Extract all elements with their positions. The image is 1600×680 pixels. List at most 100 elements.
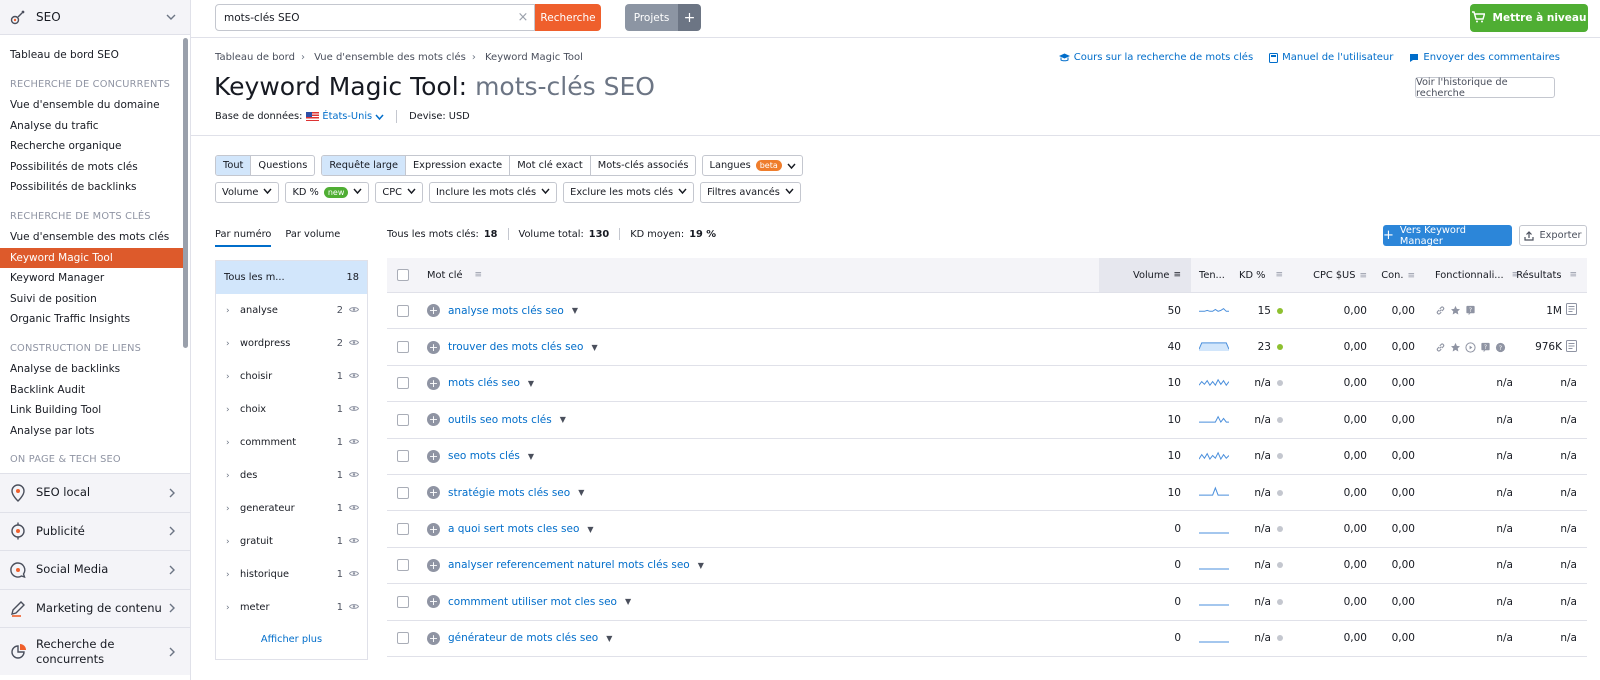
sidebar-item-keyword-magic-tool[interactable]: Keyword Magic Tool — [0, 247, 184, 268]
breadcrumb-item[interactable]: Vue d'ensemble des mots clés — [314, 52, 466, 63]
projects-button[interactable]: Projets — [625, 4, 678, 31]
search-button[interactable]: Recherche — [535, 4, 601, 31]
caret-down-icon[interactable]: ▼ — [698, 561, 704, 570]
add-to-list-icon[interactable]: + — [427, 631, 440, 645]
keyword-link[interactable]: analyse mots clés seo — [448, 305, 564, 317]
keyword-link[interactable]: stratégie mots clés seo — [448, 487, 570, 499]
caret-down-icon[interactable]: ▼ — [606, 634, 612, 643]
tab-par-numero[interactable]: Par numéro — [215, 229, 272, 247]
question-icon[interactable]: ? — [1495, 342, 1506, 353]
sidebar-item-analyse-du-trafic[interactable]: Analyse du trafic — [0, 116, 190, 137]
chevron-right-icon[interactable]: › — [226, 405, 240, 415]
select-all-checkbox[interactable] — [397, 269, 409, 281]
sidebar-seo-header[interactable]: SEO — [0, 0, 190, 35]
exclure-les-mots-cles-dropdown[interactable]: Exclure les mots clés — [563, 182, 695, 203]
sidebar-section-publicite[interactable]: Publicité — [0, 511, 190, 550]
caret-down-icon[interactable]: ▼ — [572, 306, 578, 315]
add-to-list-icon[interactable]: + — [427, 558, 440, 572]
keyword-group-analyse[interactable]: › analyse 2 — [216, 294, 367, 327]
chevron-right-icon[interactable]: › — [226, 471, 240, 481]
keyword-link[interactable]: générateur de mots clés seo — [448, 632, 598, 644]
sidebar-item-analyse-par-lots[interactable]: Analyse par lots — [0, 421, 190, 442]
sidebar-item-analyse-de-backlinks[interactable]: Analyse de backlinks — [0, 359, 190, 380]
serp-snapshot-icon[interactable] — [1566, 303, 1577, 318]
languages-dropdown[interactable]: Langues beta — [702, 155, 803, 176]
keyword-link[interactable]: commment utiliser mot cles seo — [448, 596, 617, 608]
search-input-value[interactable]: mots-clés SEO — [224, 12, 512, 24]
caret-down-icon[interactable]: ▼ — [528, 452, 534, 461]
play-icon[interactable] — [1465, 341, 1476, 353]
add-to-list-icon[interactable]: + — [427, 413, 440, 427]
keyword-link[interactable]: mots clés seo — [448, 377, 520, 389]
chevron-down-icon[interactable] — [164, 10, 178, 24]
faq-icon[interactable]: ? — [1465, 305, 1476, 316]
course-link[interactable]: Cours sur la recherche de mots clés — [1058, 52, 1253, 63]
sidebar-section-marketing-de-contenu[interactable]: Marketing de contenu — [0, 588, 190, 627]
link-icon[interactable] — [1435, 305, 1446, 316]
sidebar-item-keyword-manager[interactable]: Keyword Manager — [0, 268, 190, 289]
keyword-group-commment[interactable]: › commment 1 — [216, 426, 367, 459]
chevron-right-icon[interactable]: › — [226, 570, 240, 580]
row-checkbox[interactable] — [397, 341, 409, 354]
filter-mot-cle-exact[interactable]: Mot clé exact — [510, 156, 591, 175]
header-cpc[interactable]: CPC $US ≡ — [1291, 270, 1377, 281]
add-to-list-icon[interactable]: + — [427, 522, 440, 536]
sidebar-item-recherche-organique[interactable]: Recherche organique — [0, 136, 190, 157]
sidebar-section-social-media[interactable]: Social Media — [0, 550, 190, 589]
sidebar-item-suivi-de-position[interactable]: Suivi de position — [0, 289, 190, 310]
keyword-group-des[interactable]: › des 1 — [216, 459, 367, 492]
show-more-link[interactable]: Afficher plus — [216, 624, 367, 654]
sidebar-item-vue-d-ensemble-des-mots-cles[interactable]: Vue d'ensemble des mots clés — [0, 227, 190, 248]
row-checkbox[interactable] — [397, 486, 409, 499]
serp-snapshot-icon[interactable] — [1566, 339, 1577, 355]
inclure-les-mots-cles-dropdown[interactable]: Inclure les mots clés — [428, 182, 558, 203]
eye-icon[interactable] — [343, 306, 360, 316]
eye-icon[interactable] — [343, 372, 360, 382]
header-competition[interactable]: Con. ≡ — [1377, 270, 1425, 281]
sidebar-section-seo-local[interactable]: SEO local — [0, 473, 190, 512]
sidebar-item-organic-traffic-insights[interactable]: Organic Traffic Insights — [0, 309, 190, 330]
upgrade-button[interactable]: Mettre à niveau — [1470, 4, 1588, 32]
filtres-avances-dropdown[interactable]: Filtres avancés — [700, 182, 801, 203]
search-history-button[interactable]: Voir l'historique de recherche — [1415, 77, 1555, 99]
row-checkbox[interactable] — [397, 559, 409, 572]
sidebar-item-possibilites-de-backlinks[interactable]: Possibilités de backlinks — [0, 177, 190, 198]
eye-icon[interactable] — [343, 603, 360, 613]
header-trend[interactable]: Ten... — [1191, 270, 1235, 281]
sidebar-item-vue-d-ensemble-du-domaine[interactable]: Vue d'ensemble du domaine — [0, 95, 190, 116]
header-features[interactable]: Fonctionnali... ≡ — [1425, 270, 1521, 281]
breadcrumb-item[interactable]: Tableau de bord — [215, 52, 295, 63]
chevron-right-icon[interactable]: › — [226, 306, 240, 316]
caret-down-icon[interactable]: ▼ — [587, 525, 593, 534]
sidebar-item-link-building-tool[interactable]: Link Building Tool — [0, 400, 190, 421]
filter-expression-exacte[interactable]: Expression exacte — [406, 156, 511, 175]
row-checkbox[interactable] — [397, 632, 409, 645]
chevron-right-icon[interactable]: › — [226, 537, 240, 547]
keyword-manager-button[interactable]: + Vers Keyword Manager — [1383, 225, 1512, 247]
caret-down-icon[interactable]: ▼ — [578, 488, 584, 497]
link-icon[interactable] — [1435, 342, 1446, 353]
filter-mots-cles-associes[interactable]: Mots-clés associés — [591, 156, 696, 175]
keyword-group-gratuit[interactable]: › gratuit 1 — [216, 525, 367, 558]
eye-icon[interactable] — [343, 504, 360, 514]
row-checkbox[interactable] — [397, 450, 409, 463]
cpc-dropdown[interactable]: CPC — [375, 182, 423, 203]
sidebar-item-possibilites-de-mots-cles[interactable]: Possibilités de mots clés — [0, 157, 190, 178]
add-to-list-icon[interactable]: + — [427, 449, 440, 463]
row-checkbox[interactable] — [397, 377, 409, 390]
header-volume[interactable]: Volume ≡ — [1099, 258, 1191, 292]
row-checkbox[interactable] — [397, 595, 409, 608]
keyword-link[interactable]: analyser referencement naturel mots clés… — [448, 559, 690, 571]
keyword-group-choix[interactable]: › choix 1 — [216, 393, 367, 426]
star-icon[interactable] — [1450, 305, 1461, 316]
header-results[interactable]: Résultats ≡ — [1516, 270, 1587, 281]
filter-questions[interactable]: Questions — [251, 156, 314, 175]
keyword-link[interactable]: a quoi sert mots cles seo — [448, 523, 579, 535]
eye-icon[interactable] — [343, 471, 360, 481]
row-checkbox[interactable] — [397, 523, 409, 536]
keyword-link[interactable]: outils seo mots clés — [448, 414, 552, 426]
caret-down-icon[interactable]: ▼ — [560, 415, 566, 424]
keyword-group-wordpress[interactable]: › wordpress 2 — [216, 327, 367, 360]
eye-icon[interactable] — [343, 537, 360, 547]
chevron-right-icon[interactable]: › — [226, 504, 240, 514]
